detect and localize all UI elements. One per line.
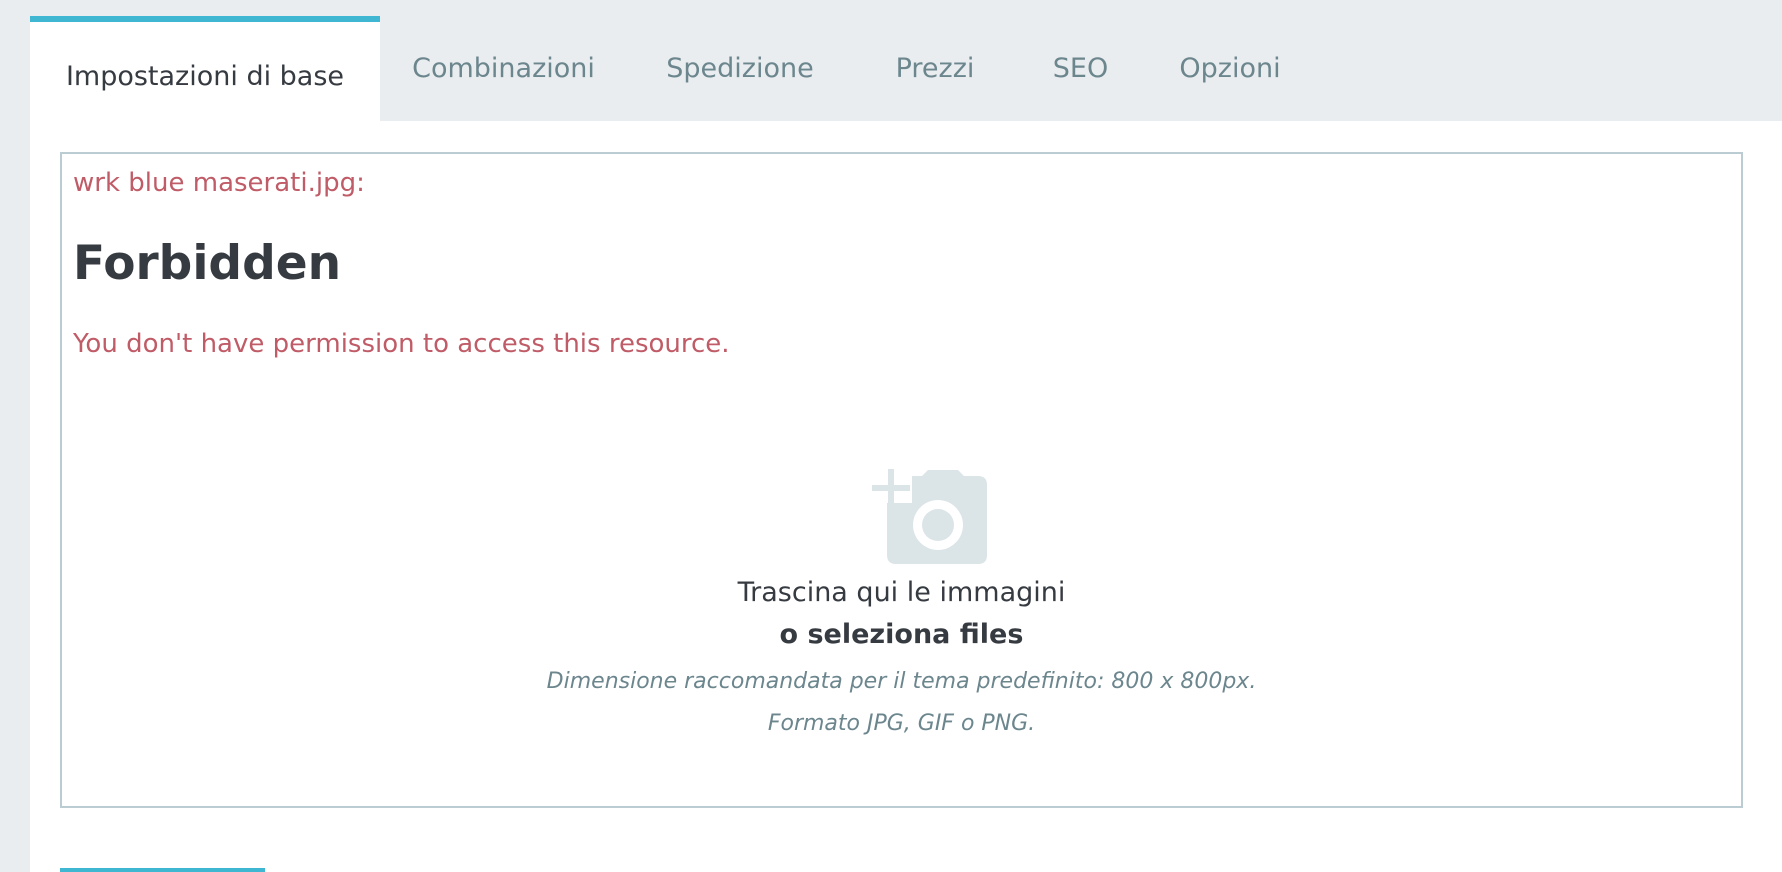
tab-basic-settings[interactable]: Impostazioni di base	[30, 16, 380, 121]
section-divider	[60, 868, 265, 872]
error-title: Forbidden	[73, 236, 342, 291]
product-tabs: Impostazioni di base Combinazioni Spediz…	[30, 0, 1782, 121]
error-message: You don't have permission to access this…	[73, 329, 730, 359]
add-photo-icon[interactable]	[872, 458, 992, 568]
tab-label: Spedizione	[666, 53, 814, 84]
tab-label: Prezzi	[895, 53, 975, 84]
tab-label: SEO	[1052, 53, 1109, 84]
tab-content-panel: wrk blue maserati.jpg: Forbidden You don…	[30, 121, 1782, 872]
recommended-size-hint: Dimensione raccomandata per il tema pred…	[546, 669, 1257, 694]
tab-label: Opzioni	[1179, 53, 1281, 84]
error-file-name: wrk blue maserati.jpg:	[73, 168, 365, 198]
tab-prices[interactable]: Prezzi	[853, 16, 1017, 121]
dropzone-drag-text: Trascina qui le immagini	[737, 577, 1066, 608]
tab-combinations[interactable]: Combinazioni	[380, 16, 627, 121]
tab-label: Impostazioni di base	[65, 61, 345, 92]
file-format-hint: Formato JPG, GIF o PNG.	[767, 711, 1036, 736]
tab-options[interactable]: Opzioni	[1144, 16, 1316, 121]
tab-shipping[interactable]: Spedizione	[627, 16, 853, 121]
tab-seo[interactable]: SEO	[1017, 16, 1144, 121]
tab-label: Combinazioni	[412, 53, 595, 84]
image-dropzone[interactable]: wrk blue maserati.jpg: Forbidden You don…	[60, 152, 1743, 808]
select-files-link[interactable]: o seleziona files	[62, 619, 1741, 650]
